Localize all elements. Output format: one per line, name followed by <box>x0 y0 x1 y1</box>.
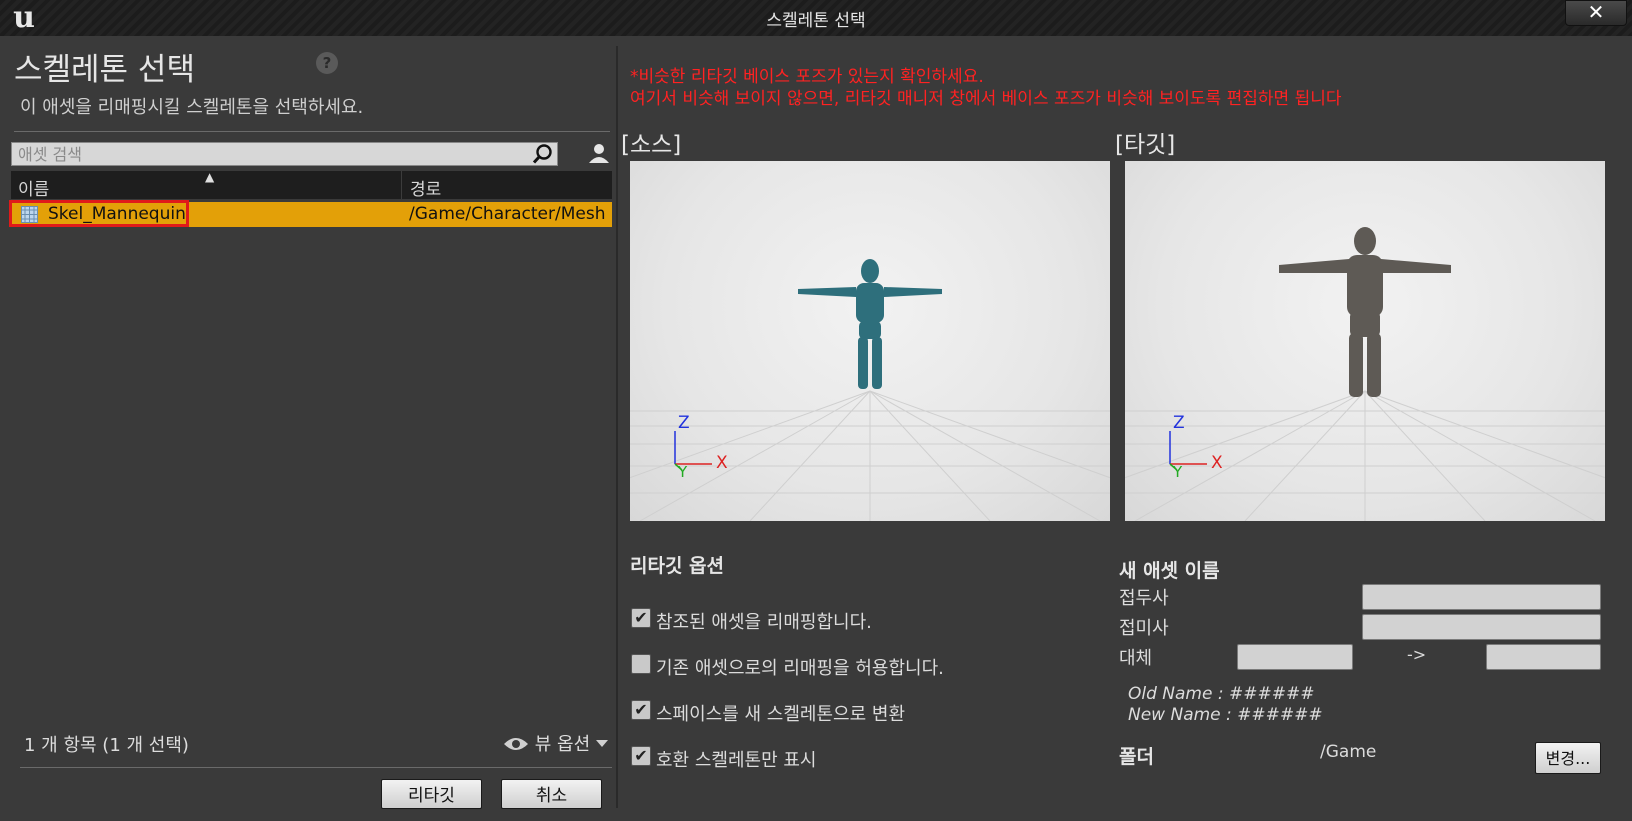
skeleton-asset-icon <box>21 206 38 223</box>
allow-existing-remap-checkbox[interactable] <box>631 654 651 674</box>
view-options-button[interactable]: 뷰 옵션 <box>503 730 608 755</box>
axis-gizmo-icon <box>674 431 712 471</box>
search-box[interactable] <box>11 142 558 166</box>
help-icon[interactable]: ? <box>316 52 338 74</box>
sort-ascending-icon: ▲ <box>205 170 215 184</box>
old-name-preview: Old Name : ###### <box>1128 684 1315 704</box>
panel-splitter[interactable] <box>616 46 618 808</box>
view-options-label: 뷰 옵션 <box>534 734 591 755</box>
compatible-only-label[interactable]: 호환 스켈레톤만 표시 <box>656 746 816 772</box>
divider <box>14 131 610 132</box>
row-asset-path: /Game/Character/Mesh <box>409 204 606 224</box>
target-viewport[interactable]: Z X Y <box>1125 161 1605 521</box>
item-count: 1 개 항목 (1 개 선택) <box>24 735 189 756</box>
axis-z-label: Z <box>678 413 690 433</box>
list-item[interactable]: Skel_Mannequin /Game/Character/Mesh <box>9 200 612 227</box>
retarget-button[interactable]: 리타깃 <box>381 779 482 809</box>
folder-path: /Game <box>1320 742 1377 762</box>
page-title: 스켈레톤 선택 <box>14 52 195 88</box>
new-asset-name-title: 새 애셋 이름 <box>1119 560 1220 582</box>
notice-line-1: *비슷한 리타깃 베이스 포즈가 있는지 확인하세요. <box>630 67 984 87</box>
axis-y-label: Y <box>678 463 688 481</box>
chevron-down-icon <box>595 740 608 747</box>
close-button[interactable]: ✕ <box>1565 0 1627 26</box>
page-subtitle: 이 애셋을 리매핑시킬 스켈레톤을 선택하세요. <box>20 97 364 118</box>
search-icon[interactable] <box>531 143 555 165</box>
source-label: [소스] <box>621 132 682 158</box>
remap-referenced-checkbox[interactable]: ✔ <box>631 608 651 628</box>
divider <box>20 767 612 768</box>
eye-icon <box>504 738 528 750</box>
axis-x-label: X <box>1211 453 1223 473</box>
replace-to-input[interactable] <box>1486 644 1601 670</box>
axis-z-label: Z <box>1173 413 1185 433</box>
change-folder-button[interactable]: 변경... <box>1535 742 1601 774</box>
replace-from-input[interactable] <box>1237 644 1353 670</box>
list-header: 이름 ▲ 경로 <box>11 170 612 200</box>
axis-x-label: X <box>716 453 728 473</box>
cancel-button[interactable]: 취소 <box>501 779 602 809</box>
check-icon: ✔ <box>634 700 648 719</box>
check-icon: ✔ <box>634 608 648 627</box>
compatible-only-checkbox[interactable]: ✔ <box>631 746 651 766</box>
search-input[interactable] <box>12 143 524 165</box>
notice-text: *비슷한 리타깃 베이스 포즈가 있는지 확인하세요. 여기서 비슷해 보이지 … <box>630 66 1342 110</box>
convert-space-checkbox[interactable]: ✔ <box>631 700 651 720</box>
target-label: [타깃] <box>1115 132 1176 158</box>
prefix-input[interactable] <box>1362 584 1601 610</box>
retarget-options-title: 리타깃 옵션 <box>630 555 725 577</box>
window-title: 스켈레톤 선택 <box>766 11 866 31</box>
row-asset-name: Skel_Mannequin <box>48 204 186 224</box>
column-header-name[interactable]: 이름 <box>18 175 49 200</box>
replace-label: 대체 <box>1119 648 1153 669</box>
suffix-input[interactable] <box>1362 614 1601 640</box>
axis-y-label: Y <box>1173 463 1183 481</box>
check-icon: ✔ <box>634 746 648 765</box>
new-name-preview: New Name : ###### <box>1128 705 1323 725</box>
column-divider[interactable] <box>401 171 402 199</box>
notice-line-2: 여기서 비슷해 보이지 않으면, 리타깃 매니저 창에서 베이스 포즈가 비슷해… <box>630 89 1342 109</box>
convert-space-label[interactable]: 스페이스를 새 스켈레톤으로 변환 <box>656 700 905 726</box>
suffix-label: 접미사 <box>1119 618 1169 639</box>
folder-label: 폴더 <box>1119 746 1154 768</box>
prefix-label: 접두사 <box>1119 588 1169 609</box>
replace-arrow: -> <box>1407 645 1427 664</box>
source-viewport[interactable]: Z X Y <box>630 161 1110 521</box>
allow-existing-remap-label[interactable]: 기존 애셋으로의 리매핑을 허용합니다. <box>656 654 944 680</box>
axis-gizmo-icon <box>1169 431 1207 471</box>
remap-referenced-label[interactable]: 참조된 애셋을 리매핑합니다. <box>656 608 872 634</box>
user-filter-icon[interactable] <box>587 141 611 167</box>
column-header-path[interactable]: 경로 <box>410 175 441 200</box>
